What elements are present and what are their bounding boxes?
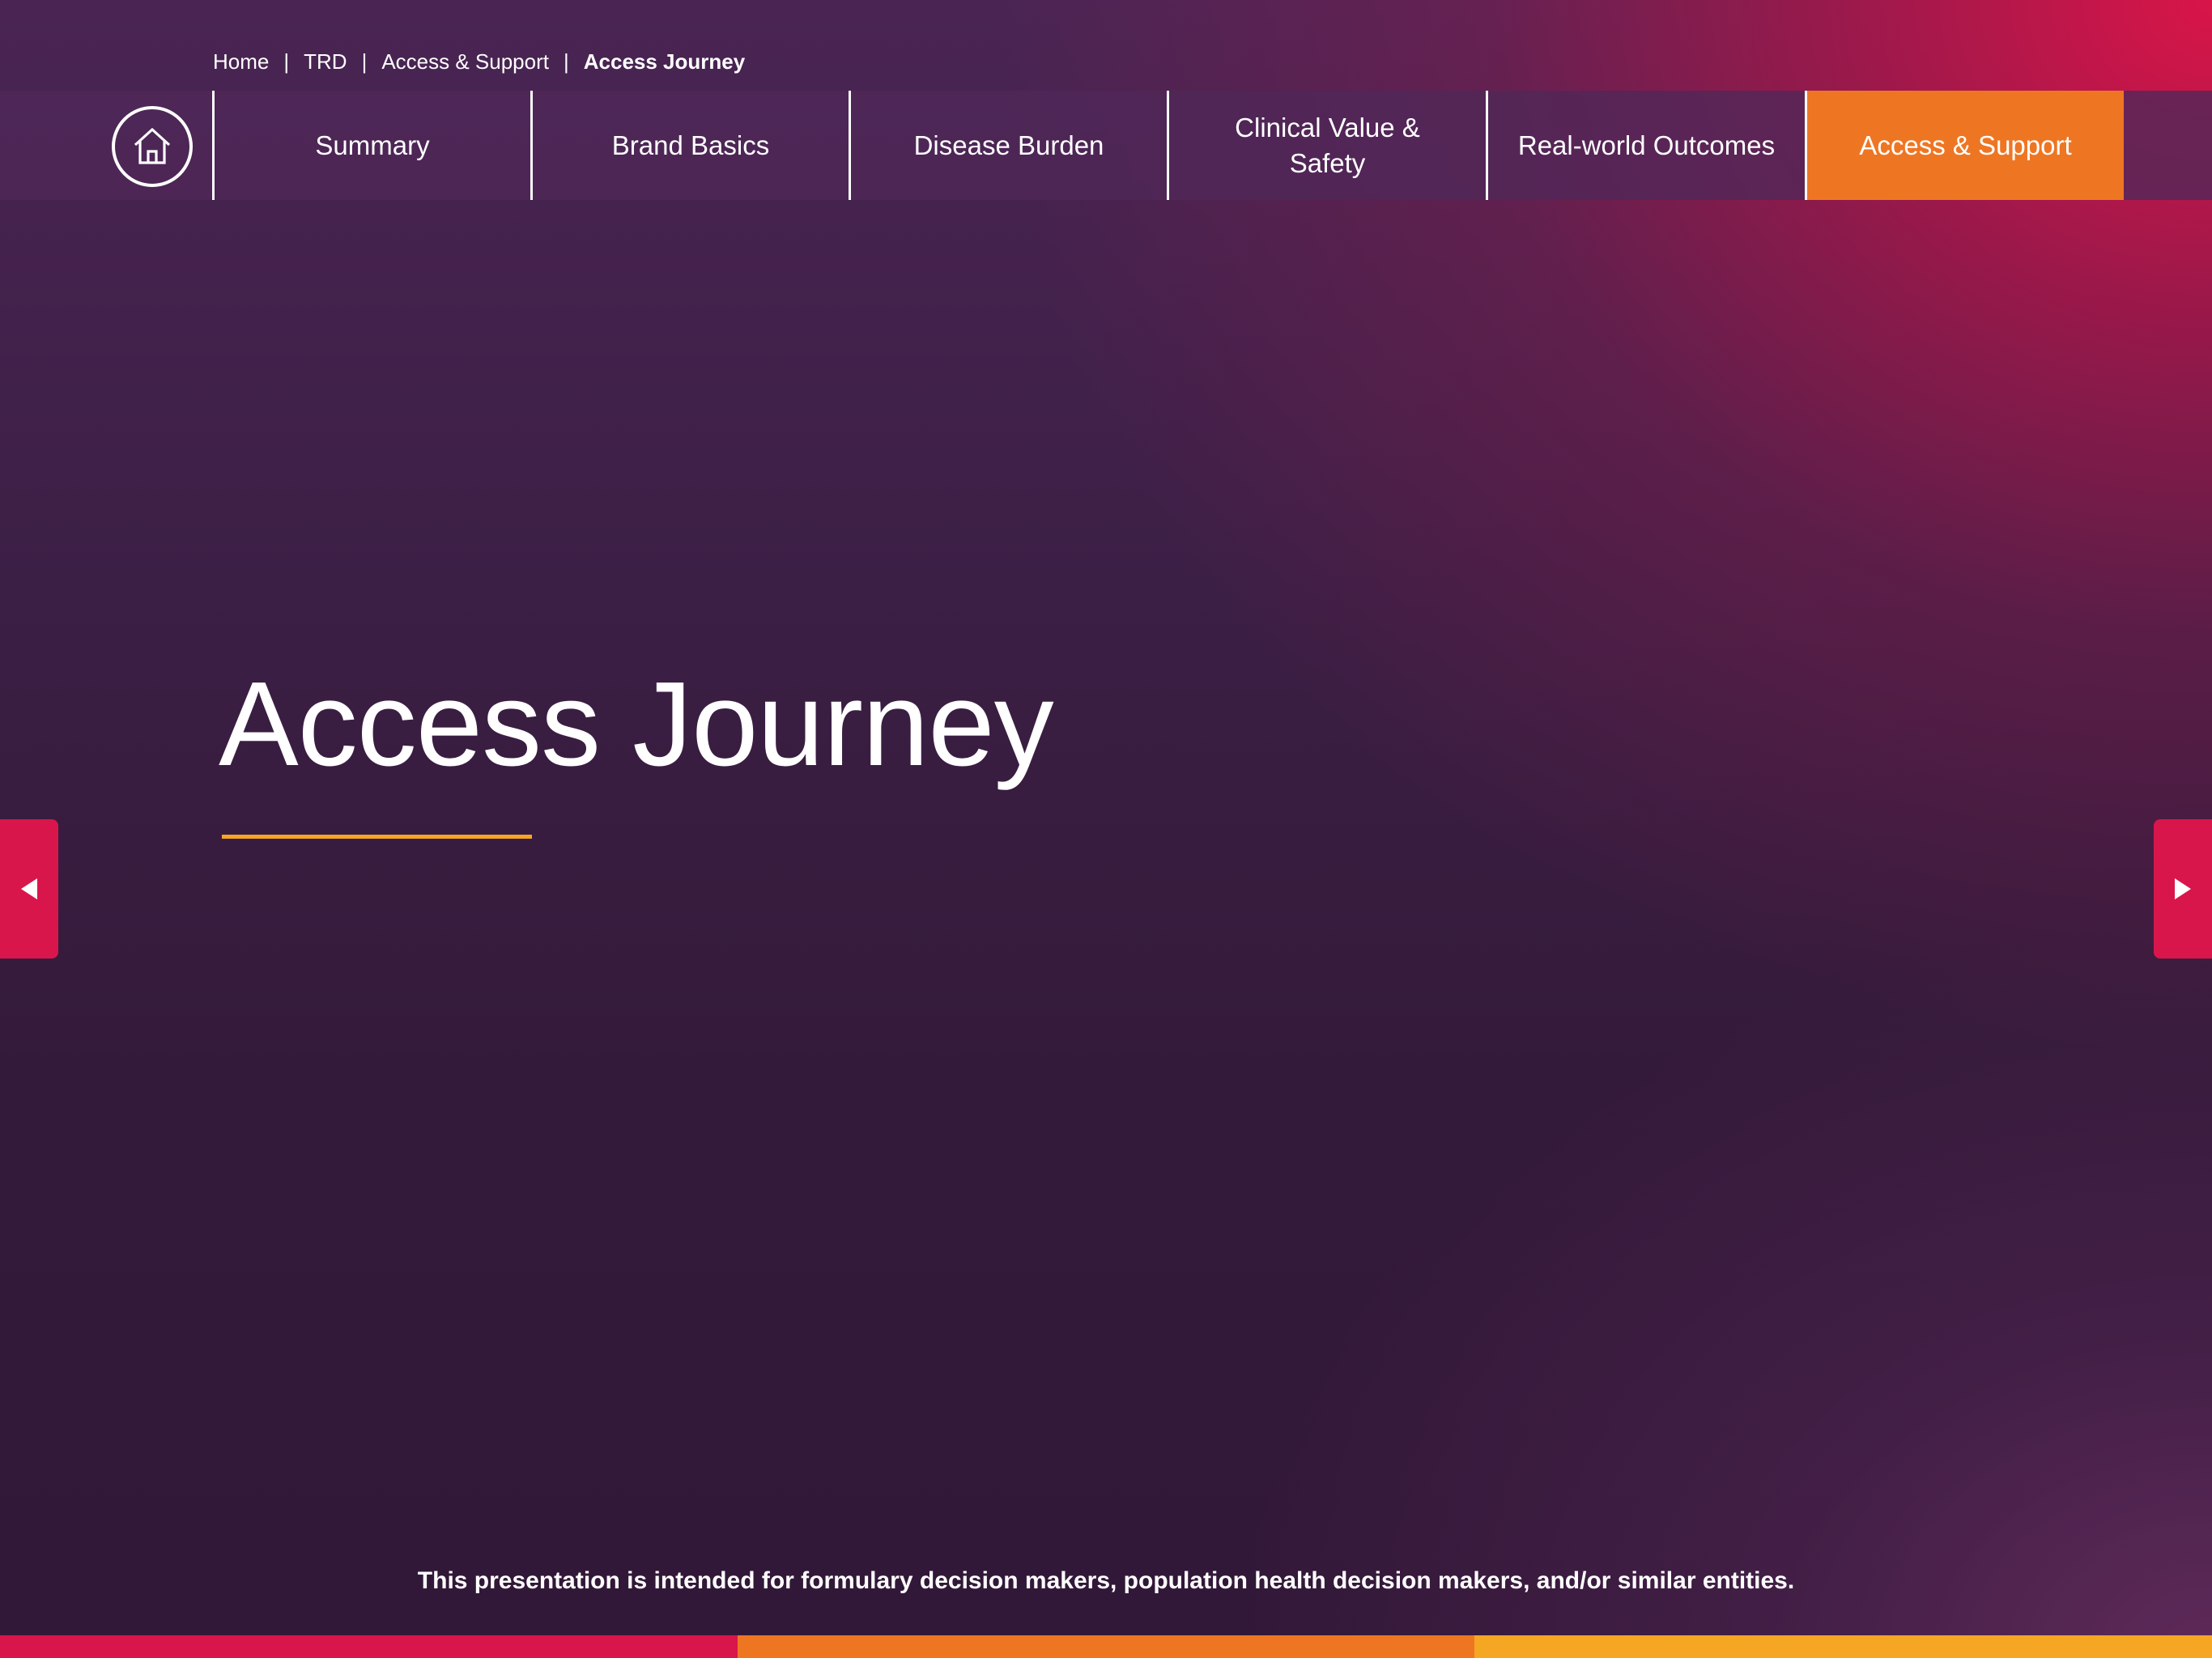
page-title: Access Journey bbox=[219, 657, 1054, 791]
tab-clinical-value-safety-label: Clinical Value & Safety bbox=[1235, 112, 1420, 178]
breadcrumb-separator: | bbox=[283, 49, 290, 74]
home-icon bbox=[134, 127, 171, 164]
tab-disease-burden[interactable]: Disease Burden bbox=[849, 91, 1167, 200]
nav-bar: Summary Brand Basics Disease Burden Clin… bbox=[0, 91, 2212, 200]
tab-access-support-label: Access & Support bbox=[1859, 130, 2072, 160]
color-bar-segment bbox=[0, 1635, 738, 1658]
tab-summary[interactable]: Summary bbox=[212, 91, 530, 200]
breadcrumb-access-support[interactable]: Access & Support bbox=[381, 49, 549, 74]
title-underline bbox=[222, 835, 532, 839]
previous-slide-button[interactable] bbox=[0, 819, 58, 959]
tab-real-world-outcomes[interactable]: Real-world Outcomes bbox=[1486, 91, 1805, 200]
tab-clinical-value-safety[interactable]: Clinical Value & Safety bbox=[1167, 91, 1486, 200]
tab-brand-basics[interactable]: Brand Basics bbox=[530, 91, 849, 200]
tab-access-support[interactable]: Access & Support bbox=[1805, 91, 2124, 200]
breadcrumb-current: Access Journey bbox=[583, 49, 746, 74]
tab-real-world-outcomes-label: Real-world Outcomes bbox=[1517, 130, 1776, 160]
color-bar-segment bbox=[1474, 1635, 2212, 1658]
triangle-left-icon bbox=[21, 878, 37, 899]
breadcrumb-separator: | bbox=[563, 49, 569, 74]
color-bar-segment bbox=[737, 1635, 1475, 1658]
breadcrumb-trd[interactable]: TRD bbox=[304, 49, 347, 74]
footer-color-bar bbox=[0, 1635, 2212, 1658]
disclaimer-text: This presentation is intended for formul… bbox=[417, 1567, 1795, 1594]
breadcrumb-home[interactable]: Home bbox=[213, 49, 269, 74]
tab-brand-basics-label: Brand Basics bbox=[611, 130, 770, 160]
breadcrumb-separator: | bbox=[361, 49, 368, 74]
next-slide-button[interactable] bbox=[2154, 819, 2212, 959]
tab-summary-label: Summary bbox=[315, 130, 430, 160]
triangle-right-icon bbox=[2175, 878, 2191, 899]
breadcrumb: Home | TRD | Access & Support | Access J… bbox=[213, 47, 745, 76]
tab-disease-burden-label: Disease Burden bbox=[913, 130, 1104, 160]
home-button[interactable] bbox=[112, 106, 193, 187]
